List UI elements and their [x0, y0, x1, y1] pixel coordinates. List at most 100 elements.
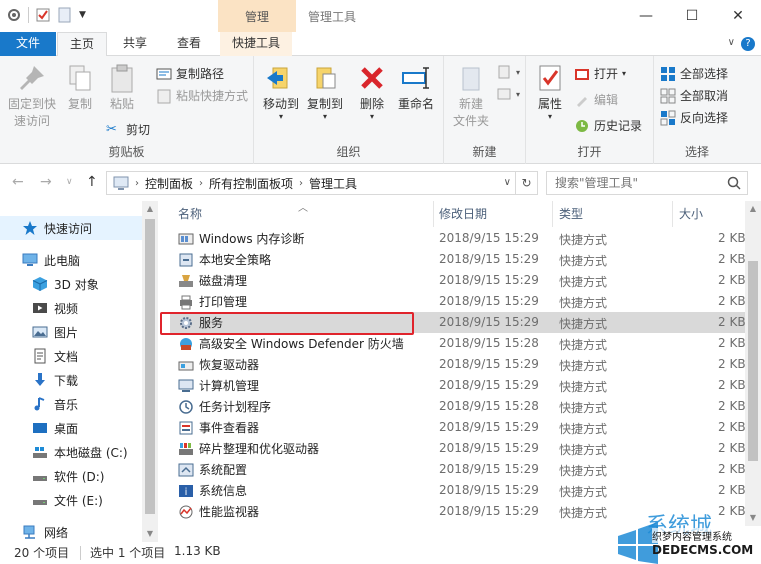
table-row[interactable]: 高级安全 Windows Defender 防火墙 2018/9/15 15:2… — [170, 333, 746, 354]
search-box[interactable] — [546, 171, 748, 195]
select-all-button[interactable]: 全部选择 — [660, 65, 728, 82]
nav-item-downloads[interactable]: 下载 — [0, 368, 78, 392]
copy-button[interactable]: 复制 — [62, 62, 98, 113]
tab-home[interactable]: 主页 — [57, 32, 108, 57]
recent-locations-chevron-icon[interactable]: ∨ — [66, 177, 73, 187]
column-header-date[interactable]: 修改日期 — [439, 201, 553, 227]
file-list-scrollbar-thumb[interactable] — [748, 261, 758, 461]
copy-path-button[interactable]: 复制路径 — [156, 65, 224, 82]
nav-item-drive-c[interactable]: 本地磁盘 (C:) — [0, 440, 128, 464]
table-row[interactable]: 事件查看器 2018/9/15 15:29 快捷方式 2 KB — [170, 417, 746, 438]
table-row[interactable]: 打印管理 2018/9/15 15:29 快捷方式 2 KB — [170, 291, 746, 312]
table-row[interactable]: i 系统信息 2018/9/15 15:29 快捷方式 2 KB — [170, 480, 746, 501]
minimize-button[interactable]: — — [623, 0, 669, 32]
table-row[interactable]: Windows 内存诊断 2018/9/15 15:29 快捷方式 2 KB — [170, 228, 746, 249]
history-button[interactable]: 历史记录 — [574, 117, 642, 134]
nav-item-pictures[interactable]: 图片 — [0, 320, 78, 344]
easy-access-button[interactable]: ▾ — [496, 86, 520, 102]
new-item-button[interactable]: ▾ — [496, 64, 520, 80]
breadcrumb-all-items[interactable]: 所有控制面板项 — [205, 175, 297, 192]
forward-arrow-icon[interactable]: → — [40, 174, 52, 190]
table-row[interactable]: 碎片整理和优化驱动器 2018/9/15 15:29 快捷方式 2 KB — [170, 438, 746, 459]
scroll-up-icon[interactable]: ▲ — [745, 201, 761, 217]
chevron-down-icon[interactable]: ∨ — [728, 37, 735, 48]
file-date: 2018/9/15 15:29 — [439, 420, 539, 434]
address-box[interactable]: › 控制面板 › 所有控制面板项 › 管理工具 ∨ ↻ — [106, 171, 538, 195]
rename-button[interactable]: 重命名 — [394, 62, 438, 113]
scroll-up-icon[interactable]: ▲ — [142, 201, 158, 217]
system-info-icon: i — [179, 484, 193, 498]
checkmark-icon[interactable] — [35, 7, 51, 23]
select-none-button[interactable]: 全部取消 — [660, 87, 728, 104]
nav-item-drive-e[interactable]: 文件 (E:) — [0, 488, 103, 512]
file-list-scrollbar[interactable]: ▲ ▼ — [745, 201, 761, 526]
back-arrow-icon[interactable]: ← — [12, 174, 24, 190]
table-row[interactable]: 恢复驱动器 2018/9/15 15:29 快捷方式 2 KB — [170, 354, 746, 375]
nav-item-music[interactable]: 音乐 — [0, 392, 78, 416]
table-row[interactable]: 本地安全策略 2018/9/15 15:29 快捷方式 2 KB — [170, 249, 746, 270]
close-button[interactable]: ✕ — [715, 0, 761, 32]
refresh-icon[interactable]: ↻ — [515, 172, 537, 194]
paste-shortcut-button[interactable]: 粘贴快捷方式 — [156, 87, 248, 104]
nav-scrollbar[interactable]: ▲ ▼ — [142, 201, 158, 542]
status-selected-size: 1.13 KB — [174, 544, 221, 558]
column-header-type[interactable]: 类型 — [559, 201, 673, 227]
file-name: 恢复驱动器 — [199, 358, 260, 372]
new-group-label: 新建 — [472, 145, 497, 159]
copy-label: 复制 — [67, 97, 92, 111]
new-folder-qat-icon[interactable] — [57, 7, 73, 23]
copy-to-button[interactable]: 复制到 ▾ — [304, 62, 346, 121]
nav-item-3d-objects[interactable]: 3D 对象 — [0, 272, 99, 296]
cut-button[interactable]: ✂ 剪切 — [106, 121, 150, 138]
maximize-button[interactable]: ☐ — [669, 0, 715, 32]
open-button[interactable]: 打开 ▾ — [574, 65, 626, 82]
history-label: 历史记录 — [594, 119, 643, 133]
file-type: 快捷方式 — [559, 275, 608, 289]
nav-network[interactable]: 网络 — [0, 520, 68, 544]
properties-button[interactable]: 属性 ▾ — [532, 62, 568, 121]
table-row[interactable]: 磁盘清理 2018/9/15 15:29 快捷方式 2 KB — [170, 270, 746, 291]
paste-button[interactable]: 粘贴 — [104, 62, 140, 113]
move-to-button[interactable]: 移动到 ▾ — [260, 62, 302, 121]
context-tab-header: 管理 — [218, 0, 296, 32]
nav-item-desktop[interactable]: 桌面 — [0, 416, 78, 440]
delete-button[interactable]: 删除 ▾ — [354, 62, 390, 121]
tab-view[interactable]: 查看 — [165, 32, 213, 56]
qat-dropdown-icon[interactable]: ▼ — [79, 10, 86, 20]
breadcrumb-admin-tools[interactable]: 管理工具 — [305, 175, 361, 192]
breadcrumb-control-panel[interactable]: 控制面板 — [141, 175, 197, 192]
search-input[interactable] — [547, 172, 717, 194]
properties-check-icon — [539, 65, 561, 91]
table-row[interactable]: 任务计划程序 2018/9/15 15:28 快捷方式 2 KB — [170, 396, 746, 417]
table-row[interactable]: 计算机管理 2018/9/15 15:29 快捷方式 2 KB — [170, 375, 746, 396]
column-header-name[interactable]: 名称 — [178, 201, 434, 227]
nav-item-drive-d[interactable]: 软件 (D:) — [0, 464, 104, 488]
file-type: 快捷方式 — [559, 422, 608, 436]
document-icon — [34, 348, 46, 364]
nav-item-documents[interactable]: 文档 — [0, 344, 78, 368]
new-folder-button[interactable]: 新建 文件夹 — [448, 62, 494, 130]
properties-icon[interactable] — [6, 7, 22, 23]
file-size: 2 KB — [718, 273, 746, 287]
table-row-selected[interactable]: 服务 2018/9/15 15:29 快捷方式 2 KB — [170, 312, 746, 333]
select-group: 全部选择 全部取消 反向选择 选择 — [654, 56, 740, 164]
nav-item-videos[interactable]: 视频 — [0, 296, 78, 320]
invert-selection-button[interactable]: 反向选择 — [660, 109, 728, 126]
up-arrow-icon[interactable]: ↑ — [86, 174, 98, 190]
tab-shortcut-tools[interactable]: 快捷工具 — [220, 32, 293, 56]
delete-icon — [361, 67, 383, 89]
pin-to-quick-access-button[interactable]: 固定到快 速访问 — [6, 62, 58, 130]
column-header-size[interactable]: 大小 — [679, 201, 739, 227]
table-row[interactable]: 系统配置 2018/9/15 15:29 快捷方式 2 KB — [170, 459, 746, 480]
address-dropdown-icon[interactable]: ∨ — [504, 172, 511, 194]
scroll-down-icon[interactable]: ▼ — [142, 526, 158, 542]
search-icon[interactable] — [727, 176, 741, 190]
nav-scrollbar-thumb[interactable] — [145, 219, 155, 514]
nav-this-pc[interactable]: 此电脑 — [0, 248, 80, 272]
tab-share[interactable]: 共享 — [111, 32, 159, 56]
edit-button[interactable]: 编辑 — [574, 91, 618, 108]
help-icon[interactable]: ? — [741, 37, 755, 51]
select-none-icon — [660, 88, 676, 103]
nav-quick-access[interactable]: 快速访问 — [0, 216, 142, 240]
tab-file[interactable]: 文件 — [0, 32, 56, 56]
